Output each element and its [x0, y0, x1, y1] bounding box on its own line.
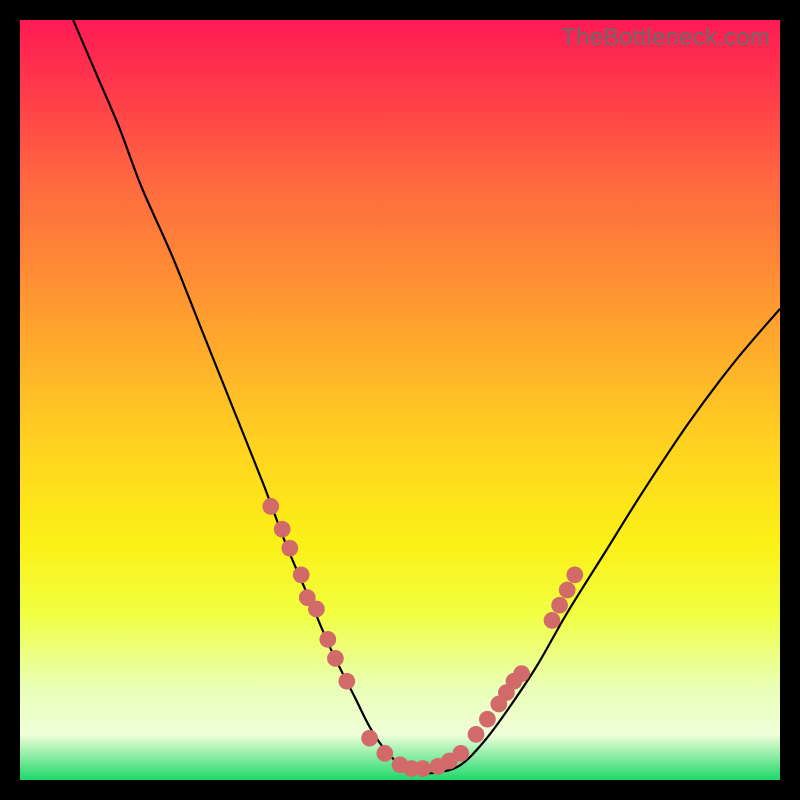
bead-right-beads	[479, 711, 496, 728]
bead-left-beads	[319, 631, 336, 648]
bead-right-beads	[559, 582, 576, 599]
bead-valley-beads	[414, 760, 431, 777]
bead-left-beads	[327, 650, 344, 667]
bottleneck-plot	[20, 20, 780, 780]
bead-layer	[262, 498, 583, 777]
bead-valley-beads	[376, 745, 393, 762]
bead-right-beads	[513, 665, 530, 682]
bead-right-beads	[544, 612, 561, 629]
bead-left-beads	[308, 601, 325, 618]
bead-right-beads	[551, 597, 568, 614]
bead-valley-beads	[361, 730, 378, 747]
bead-valley-beads	[452, 745, 469, 762]
bead-left-beads	[293, 566, 310, 583]
bead-left-beads	[338, 673, 355, 690]
bead-left-beads	[281, 540, 298, 557]
watermark-label: TheBottleneck.com	[561, 24, 770, 52]
bead-left-beads	[274, 521, 291, 538]
bead-right-beads	[566, 566, 583, 583]
bead-right-beads	[468, 726, 485, 743]
bead-left-beads	[262, 498, 279, 515]
bottleneck-curve	[73, 20, 780, 773]
chart-area: TheBottleneck.com	[20, 20, 780, 780]
